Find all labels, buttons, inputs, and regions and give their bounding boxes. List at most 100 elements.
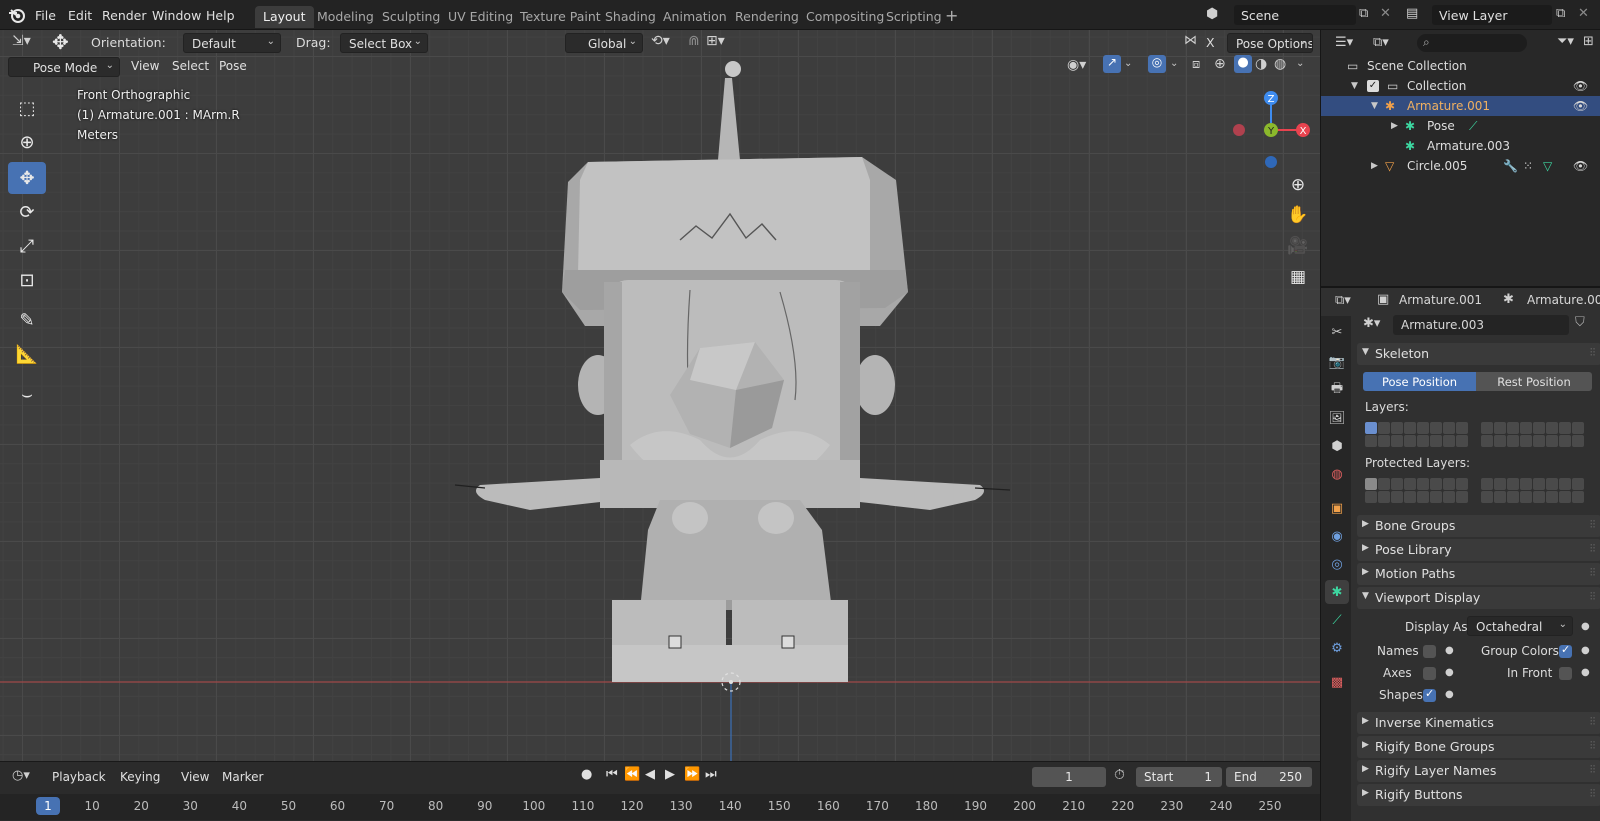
world-tab-icon[interactable]: ◍: [1325, 462, 1349, 486]
move-tool-icon[interactable]: ✥: [52, 30, 69, 54]
modifiers-tab-icon[interactable]: ◉: [1325, 524, 1349, 548]
transform-tool-icon[interactable]: ⇲▾: [12, 33, 31, 49]
scene-close-icon[interactable]: ✕: [1380, 6, 1391, 21]
keyframe-dot-icon[interactable]: ●: [1445, 667, 1454, 678]
viewport-menu-select[interactable]: Select: [172, 59, 209, 73]
drag-grip-icon[interactable]: ⁝⁝: [1589, 738, 1596, 752]
editor-type-icon[interactable]: ◷▾: [12, 768, 30, 783]
rotate-tool-icon[interactable]: ⟳: [8, 196, 46, 228]
armature-layers-grid-left[interactable]: [1365, 422, 1468, 447]
menu-help[interactable]: Help: [206, 8, 235, 23]
select-box-tool-icon[interactable]: ⬚: [8, 92, 46, 124]
menu-file[interactable]: File: [35, 8, 56, 23]
drag-dropdown[interactable]: Select Box ⌄: [340, 33, 428, 53]
axes-checkbox[interactable]: [1423, 667, 1436, 680]
annotate-tool-icon[interactable]: ✎: [8, 304, 46, 336]
overlays-toggle-icon[interactable]: ◎: [1148, 55, 1166, 73]
menu-edit[interactable]: Edit: [68, 8, 92, 23]
render-tab-icon[interactable]: 📷: [1325, 350, 1349, 374]
record-icon[interactable]: ●: [581, 767, 592, 782]
object-tab-icon[interactable]: ▣: [1325, 496, 1349, 520]
panel-skeleton-header[interactable]: ▼ Skeleton ⁝⁝: [1357, 343, 1600, 365]
tab-shading[interactable]: Shading: [597, 6, 664, 28]
mirror-icon[interactable]: ⋈: [1184, 33, 1197, 48]
jump-end-icon[interactable]: ⏭: [705, 767, 717, 782]
timeline-menu-playback[interactable]: Playback: [52, 770, 106, 784]
keyframe-dot-icon[interactable]: ●: [1581, 667, 1590, 678]
viewport-menu-view[interactable]: View: [131, 59, 159, 73]
scale-tool-icon[interactable]: ⤢: [8, 230, 46, 262]
next-keyframe-icon[interactable]: ⏩: [684, 767, 700, 782]
add-workspace-icon[interactable]: +: [945, 6, 958, 25]
display-as-dropdown[interactable]: Octahedral ⌄: [1467, 616, 1573, 636]
navigation-gizmo[interactable]: Z X Y: [1231, 90, 1311, 170]
chevron-down-icon[interactable]: ⌄: [1170, 58, 1178, 69]
chevron-down-icon[interactable]: ⌄: [1124, 58, 1132, 69]
drag-grip-icon[interactable]: ⁝⁝: [1589, 565, 1596, 579]
3d-viewport[interactable]: ⇲▾ ✥ Orientation: Default ⌄ Drag: Select…: [0, 30, 1320, 761]
menu-render[interactable]: Render: [102, 8, 147, 23]
tab-layout[interactable]: Layout: [255, 6, 314, 28]
outliner-row-collection[interactable]: ▼ ✓ ▭ Collection 👁: [1321, 76, 1600, 96]
pose-position-button[interactable]: Pose Position: [1363, 372, 1476, 391]
mode-dropdown[interactable]: Pose Mode ⌄: [8, 57, 120, 77]
cursor-tool-icon[interactable]: ⊕: [8, 126, 46, 158]
bone-constraints-tab-icon[interactable]: ⚙: [1325, 636, 1349, 660]
tab-rendering[interactable]: Rendering: [727, 6, 807, 28]
eye-icon[interactable]: 👁: [1573, 99, 1588, 113]
play-reverse-icon[interactable]: ◀: [645, 767, 655, 782]
prev-keyframe-icon[interactable]: ⏪: [624, 767, 640, 782]
rendered-shading-icon[interactable]: ◍: [1274, 56, 1286, 72]
drag-grip-icon[interactable]: ⁝⁝: [1589, 541, 1596, 555]
output-tab-icon[interactable]: 🖶: [1325, 378, 1349, 402]
keyframe-dot-icon[interactable]: ●: [1445, 645, 1454, 656]
scene-icon[interactable]: ⬢: [1206, 6, 1218, 22]
tab-uv-editing[interactable]: UV Editing: [440, 6, 521, 28]
orientation-dropdown[interactable]: Default ⌄: [183, 33, 281, 53]
physics-tab-icon[interactable]: ◎: [1325, 552, 1349, 576]
include-checkbox[interactable]: ✓: [1367, 80, 1379, 92]
view-layer-copy-icon[interactable]: ⧉: [1556, 6, 1565, 21]
zoom-icon[interactable]: ⊕: [1283, 170, 1313, 200]
outliner-row-scene-collection[interactable]: ▭ Scene Collection: [1321, 56, 1600, 76]
clock-icon[interactable]: ⏱: [1114, 767, 1125, 783]
texture-tab-icon[interactable]: ▩: [1325, 670, 1349, 694]
timeline-menu-keying[interactable]: Keying: [120, 770, 160, 784]
armature-datablock-icon[interactable]: ✱▾: [1363, 316, 1380, 331]
drag-grip-icon[interactable]: ⁝⁝: [1589, 589, 1596, 603]
pivot-point-icon[interactable]: ⟲▾: [651, 33, 670, 49]
view-layer-icon[interactable]: ▤: [1406, 6, 1418, 21]
scene-tab-icon[interactable]: ⬢: [1325, 434, 1349, 458]
pose-options-dropdown[interactable]: Pose Options ⌄: [1227, 33, 1313, 53]
panel-inverse-kinematics-header[interactable]: ▶ Inverse Kinematics ⁝⁝: [1357, 712, 1600, 734]
panel-bone-groups-header[interactable]: ▶ Bone Groups ⁝⁝: [1357, 515, 1600, 537]
drag-grip-icon[interactable]: ⁝⁝: [1589, 345, 1596, 359]
armature-data-tab-icon[interactable]: ✱: [1325, 580, 1349, 604]
armature-layers-grid-right[interactable]: [1481, 422, 1584, 447]
datablock-name-field[interactable]: Armature.003: [1393, 315, 1569, 335]
camera-view-icon[interactable]: 🎥: [1283, 231, 1313, 261]
view-layer-tab-icon[interactable]: 🖼: [1325, 406, 1349, 430]
tab-modeling[interactable]: Modeling: [309, 6, 382, 28]
tab-texture-paint[interactable]: Texture Paint: [512, 6, 609, 28]
tab-sculpting[interactable]: Sculpting: [374, 6, 448, 28]
start-frame-field[interactable]: Start 1: [1136, 767, 1222, 787]
outliner-editor-icon[interactable]: ☰▾: [1335, 35, 1353, 50]
view-layer-field[interactable]: View Layer: [1432, 5, 1552, 25]
xray-toggle-icon[interactable]: ⧈: [1192, 57, 1200, 72]
panel-rigify-bone-groups-header[interactable]: ▶ Rigify Bone Groups ⁝⁝: [1357, 736, 1600, 758]
view-layer-close-icon[interactable]: ✕: [1578, 6, 1589, 21]
scene-copy-icon[interactable]: ⧉: [1359, 6, 1368, 21]
play-icon[interactable]: ▶: [665, 767, 675, 782]
rest-position-button[interactable]: Rest Position: [1476, 372, 1592, 391]
visibility-icon[interactable]: ◉▾: [1067, 57, 1086, 73]
protected-layers-grid-right[interactable]: [1481, 478, 1584, 503]
ortho-toggle-icon[interactable]: ▦: [1283, 262, 1313, 292]
gizmo-toggle-icon[interactable]: ↗: [1103, 55, 1121, 73]
snap-target-icon[interactable]: ⊞▾: [706, 33, 725, 49]
panel-pose-library-header[interactable]: ▶ Pose Library ⁝⁝: [1357, 539, 1600, 561]
drag-grip-icon[interactable]: ⁝⁝: [1589, 714, 1596, 728]
jump-start-icon[interactable]: ⏮: [606, 767, 618, 782]
mirror-x-toggle[interactable]: X: [1206, 35, 1215, 50]
tab-animation[interactable]: Animation: [655, 6, 735, 28]
